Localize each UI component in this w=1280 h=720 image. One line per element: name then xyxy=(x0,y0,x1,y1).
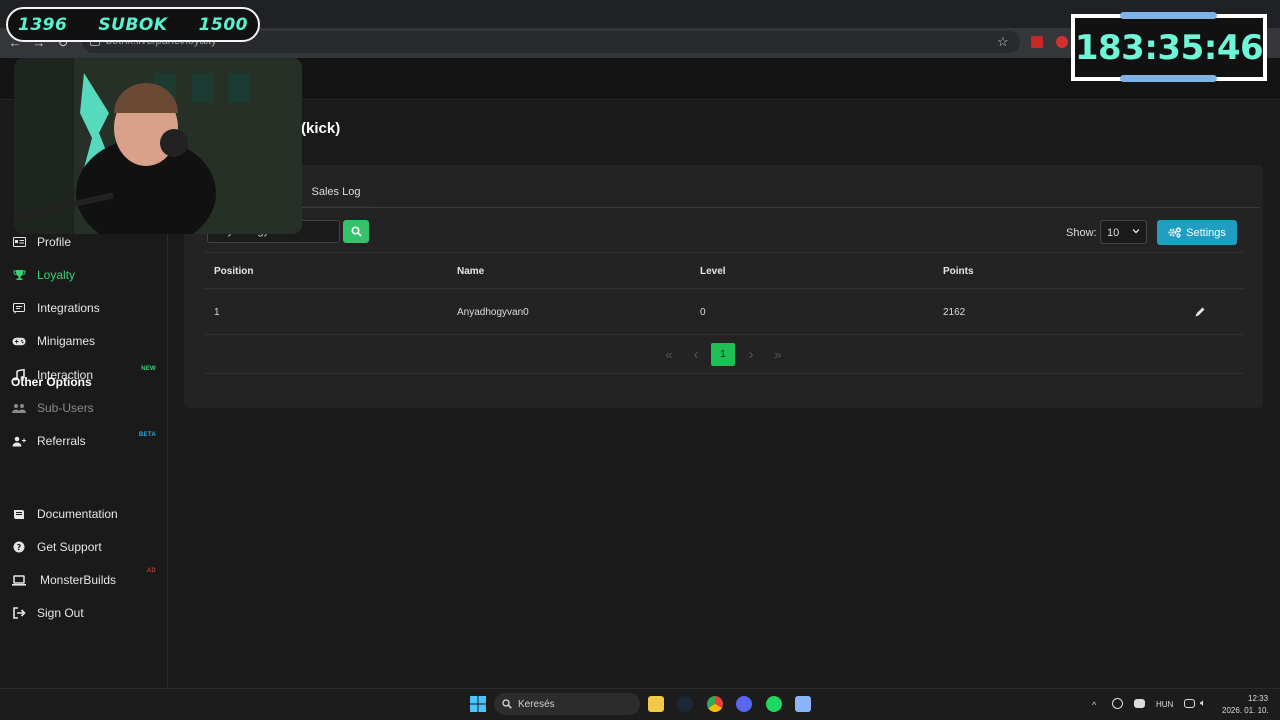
file-explorer-icon[interactable] xyxy=(648,696,664,712)
clock-date[interactable]: 2026. 01. 10. xyxy=(1222,706,1269,715)
table-row-divider xyxy=(204,334,1244,335)
svg-text:?: ? xyxy=(17,543,22,552)
pagination-next[interactable]: › xyxy=(742,343,760,366)
search-icon xyxy=(502,699,512,709)
sign-out-icon xyxy=(12,607,26,619)
sidebar-item-sub-users[interactable]: Sub-Users xyxy=(12,396,162,420)
taskbar-search[interactable]: Keresés xyxy=(494,693,640,715)
cell-name: Anyadhogyvan0 xyxy=(457,307,529,318)
tray-chevron-up-icon[interactable]: ^ xyxy=(1092,700,1096,710)
settings-button[interactable]: Settings xyxy=(1157,220,1237,245)
column-header-level[interactable]: Level xyxy=(700,266,726,277)
steam-icon[interactable] xyxy=(677,696,693,712)
language-indicator[interactable]: HUN xyxy=(1156,700,1173,709)
extension-icon[interactable] xyxy=(1031,36,1043,48)
table-header-divider xyxy=(204,288,1244,289)
taskbar-search-label: Keresés xyxy=(518,698,555,710)
tab-divider xyxy=(200,207,1260,208)
timer-bar-top xyxy=(1120,12,1217,19)
sidebar-item-label: Get Support xyxy=(37,540,102,554)
tray-app-icon[interactable] xyxy=(1112,698,1123,709)
gamepad-icon xyxy=(12,335,26,347)
laptop-icon xyxy=(12,574,26,586)
search-icon xyxy=(350,226,362,237)
sidebar-item-label: Referrals xyxy=(37,434,86,448)
pagination-page-1[interactable]: 1 xyxy=(711,343,735,366)
sidebar-item-label: Minigames xyxy=(37,334,96,348)
column-header-points[interactable]: Points xyxy=(943,266,974,277)
sidebar-item-label: MonsterBuilds xyxy=(40,573,117,587)
beta-badge: BETA xyxy=(138,432,156,438)
sidebar-item-sign-out[interactable]: Sign Out xyxy=(12,601,162,625)
bookmark-star-icon[interactable]: ☆ xyxy=(997,34,1009,50)
sub-goal: 1500 xyxy=(198,14,248,35)
spotify-icon[interactable] xyxy=(766,696,782,712)
windows-start-icon[interactable] xyxy=(470,696,486,712)
page-size-value: 10 xyxy=(1107,227,1120,239)
cell-level: 0 xyxy=(700,307,706,318)
referral-icon xyxy=(12,435,26,447)
volume-icon[interactable]: 🔈︎ xyxy=(1200,698,1206,709)
notepad-icon[interactable] xyxy=(795,696,811,712)
webcam-overlay xyxy=(14,58,302,234)
pagination-prev[interactable]: ‹ xyxy=(687,343,705,366)
stream-timer: 183:35:46 xyxy=(1071,14,1267,81)
webcam-image xyxy=(14,58,302,234)
page-size-select[interactable]: 10 xyxy=(1100,220,1147,244)
clock-time[interactable]: 12:33 xyxy=(1248,694,1268,703)
pagination-last[interactable]: » xyxy=(769,343,787,366)
cell-points: 2162 xyxy=(943,307,966,318)
sidebar-item-get-support[interactable]: ? Get Support xyxy=(12,535,162,559)
sidebar-item-label: Profile xyxy=(37,235,72,249)
ad-badge: AD xyxy=(146,568,156,574)
sidebar-item-label: Sign Out xyxy=(37,606,84,620)
show-label: Show: xyxy=(1066,227,1097,239)
sidebar-item-integrations[interactable]: Integrations xyxy=(12,296,162,320)
sidebar-item-minigames[interactable]: Minigames xyxy=(12,329,162,353)
users-icon xyxy=(12,402,26,414)
page-title: (kick) xyxy=(301,120,341,137)
table-top-border xyxy=(204,252,1244,253)
sidebar-item-label: Integrations xyxy=(37,301,100,315)
question-icon: ? xyxy=(12,541,26,553)
other-options-heading: Other Options xyxy=(11,375,92,389)
chevron-down-icon xyxy=(1132,229,1140,234)
settings-label: Settings xyxy=(1186,226,1226,239)
integrations-icon xyxy=(12,302,26,314)
sidebar-item-referrals[interactable]: Referrals BETA xyxy=(12,429,162,453)
pencil-icon[interactable] xyxy=(1194,306,1206,318)
cell-position: 1 xyxy=(214,307,220,318)
chrome-icon[interactable] xyxy=(707,696,723,712)
timer-value: 183:35:46 xyxy=(1074,27,1264,68)
trophy-icon xyxy=(12,269,26,281)
gears-icon xyxy=(1168,227,1182,238)
book-icon xyxy=(12,508,26,520)
table-bottom-border xyxy=(204,373,1244,374)
sub-count: 1396 xyxy=(18,14,68,35)
sidebar-item-documentation[interactable]: Documentation xyxy=(12,502,162,526)
column-header-name[interactable]: Name xyxy=(457,266,484,277)
sub-goal-counter: 1396 SUBOK 1500 xyxy=(6,7,260,42)
sidebar-item-loyalty[interactable]: Loyalty xyxy=(12,263,162,287)
extension-icon[interactable] xyxy=(1056,36,1068,48)
pagination-first[interactable]: « xyxy=(660,343,678,366)
search-button[interactable] xyxy=(343,220,369,243)
sidebar-item-monsterbuilds[interactable]: MonsterBuilds AD xyxy=(12,568,162,592)
discord-icon[interactable] xyxy=(736,696,752,712)
new-badge: NEW xyxy=(141,366,156,372)
windows-taskbar xyxy=(0,688,1280,720)
sidebar-item-label: Documentation xyxy=(37,507,118,521)
tab-sales-log[interactable]: Sales Log xyxy=(302,177,370,207)
network-icon[interactable] xyxy=(1184,699,1195,708)
id-card-icon xyxy=(12,236,26,248)
sidebar-item-label: Loyalty xyxy=(37,268,76,282)
sidebar-item-label: Sub-Users xyxy=(37,401,94,415)
column-header-position[interactable]: Position xyxy=(214,266,253,277)
timer-bar-bottom xyxy=(1120,75,1217,82)
sub-label: SUBOK xyxy=(98,14,168,35)
tray-discord-icon[interactable] xyxy=(1134,699,1145,708)
